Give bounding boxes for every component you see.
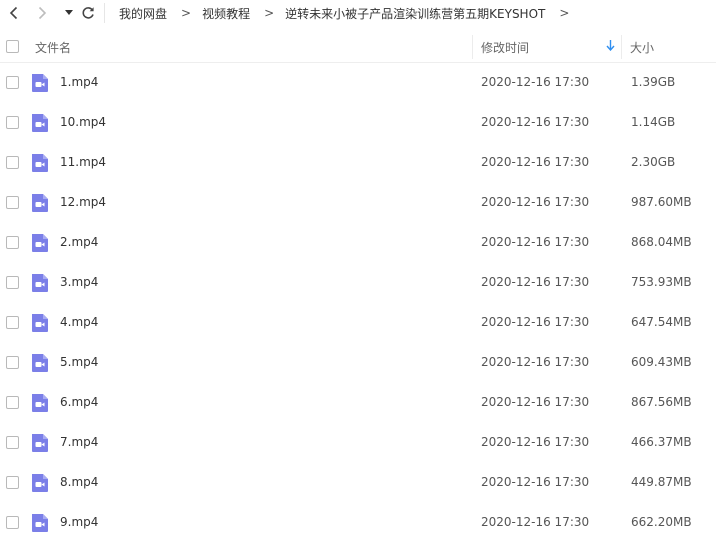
file-size: 2.30GB bbox=[631, 155, 676, 169]
file-row[interactable]: 3.mp4 2020-12-16 17:30 753.93MB bbox=[0, 263, 716, 303]
file-row[interactable]: 12.mp4 2020-12-16 17:30 987.60MB bbox=[0, 183, 716, 223]
video-file-icon bbox=[32, 314, 48, 332]
row-checkbox[interactable] bbox=[6, 436, 19, 449]
chevron-right-icon bbox=[38, 6, 47, 20]
file-size: 868.04MB bbox=[631, 235, 692, 249]
video-file-icon bbox=[32, 434, 48, 452]
file-row[interactable]: 9.mp4 2020-12-16 17:30 662.20MB bbox=[0, 503, 716, 543]
refresh-button[interactable] bbox=[78, 0, 98, 26]
breadcrumb: 我的网盘 > 视频教程 > 逆转未来小被子产品渲染训练营第五期KEYSHOT > bbox=[119, 0, 580, 26]
file-modified-time: 2020-12-16 17:30 bbox=[481, 395, 590, 409]
row-checkbox[interactable] bbox=[6, 316, 19, 329]
video-file-icon bbox=[32, 514, 48, 532]
file-size: 647.54MB bbox=[631, 315, 692, 329]
file-modified-time: 2020-12-16 17:30 bbox=[481, 515, 590, 529]
toolbar-divider bbox=[104, 3, 105, 23]
file-name[interactable]: 3.mp4 bbox=[60, 275, 98, 289]
file-name[interactable]: 7.mp4 bbox=[60, 435, 98, 449]
chevron-left-icon bbox=[9, 6, 18, 20]
file-size: 662.20MB bbox=[631, 515, 692, 529]
file-name[interactable]: 12.mp4 bbox=[60, 195, 106, 209]
breadcrumb-item-videos[interactable]: 视频教程 bbox=[202, 5, 250, 22]
column-divider[interactable] bbox=[621, 35, 622, 59]
file-size: 466.37MB bbox=[631, 435, 692, 449]
file-size: 867.56MB bbox=[631, 395, 692, 409]
refresh-icon bbox=[82, 7, 94, 19]
file-modified-time: 2020-12-16 17:30 bbox=[481, 355, 590, 369]
file-row[interactable]: 8.mp4 2020-12-16 17:30 449.87MB bbox=[0, 463, 716, 503]
back-button[interactable] bbox=[4, 0, 24, 26]
file-row[interactable]: 5.mp4 2020-12-16 17:30 609.43MB bbox=[0, 343, 716, 383]
file-name[interactable]: 6.mp4 bbox=[60, 395, 98, 409]
file-row[interactable]: 6.mp4 2020-12-16 17:30 867.56MB bbox=[0, 383, 716, 423]
video-file-icon bbox=[32, 194, 48, 212]
row-checkbox[interactable] bbox=[6, 476, 19, 489]
column-divider[interactable] bbox=[472, 35, 473, 59]
row-checkbox[interactable] bbox=[6, 236, 19, 249]
file-name[interactable]: 4.mp4 bbox=[60, 315, 98, 329]
file-row[interactable]: 11.mp4 2020-12-16 17:30 2.30GB bbox=[0, 143, 716, 183]
video-file-icon bbox=[32, 234, 48, 252]
file-modified-time: 2020-12-16 17:30 bbox=[481, 275, 590, 289]
row-checkbox[interactable] bbox=[6, 356, 19, 369]
row-checkbox[interactable] bbox=[6, 396, 19, 409]
file-size: 987.60MB bbox=[631, 195, 692, 209]
navigation-toolbar: 我的网盘 > 视频教程 > 逆转未来小被子产品渲染训练营第五期KEYSHOT > bbox=[0, 0, 716, 26]
row-checkbox[interactable] bbox=[6, 116, 19, 129]
file-name[interactable]: 11.mp4 bbox=[60, 155, 106, 169]
row-checkbox[interactable] bbox=[6, 156, 19, 169]
forward-button[interactable] bbox=[32, 0, 52, 26]
file-row[interactable]: 4.mp4 2020-12-16 17:30 647.54MB bbox=[0, 303, 716, 343]
video-file-icon bbox=[32, 274, 48, 292]
video-file-icon bbox=[32, 474, 48, 492]
file-name[interactable]: 2.mp4 bbox=[60, 235, 98, 249]
file-row[interactable]: 2.mp4 2020-12-16 17:30 868.04MB bbox=[0, 223, 716, 263]
file-name[interactable]: 5.mp4 bbox=[60, 355, 98, 369]
file-row[interactable]: 10.mp4 2020-12-16 17:30 1.14GB bbox=[0, 103, 716, 143]
file-modified-time: 2020-12-16 17:30 bbox=[481, 115, 590, 129]
column-header-name[interactable]: 文件名 bbox=[35, 39, 71, 56]
row-checkbox[interactable] bbox=[6, 76, 19, 89]
row-checkbox[interactable] bbox=[6, 516, 19, 529]
file-name[interactable]: 1.mp4 bbox=[60, 75, 98, 89]
file-name[interactable]: 9.mp4 bbox=[60, 515, 98, 529]
file-modified-time: 2020-12-16 17:30 bbox=[481, 475, 590, 489]
history-dropdown-button[interactable] bbox=[59, 0, 79, 26]
video-file-icon bbox=[32, 154, 48, 172]
video-file-icon bbox=[32, 114, 48, 132]
file-list: 1.mp4 2020-12-16 17:30 1.39GB 10.mp4 202… bbox=[0, 63, 716, 543]
file-modified-time: 2020-12-16 17:30 bbox=[481, 315, 590, 329]
file-name[interactable]: 8.mp4 bbox=[60, 475, 98, 489]
column-header-size[interactable]: 大小 bbox=[630, 39, 654, 56]
file-modified-time: 2020-12-16 17:30 bbox=[481, 435, 590, 449]
breadcrumb-separator: > bbox=[264, 6, 275, 20]
file-size: 1.14GB bbox=[631, 115, 676, 129]
select-all-checkbox[interactable] bbox=[6, 40, 19, 53]
breadcrumb-item-current[interactable]: 逆转未来小被子产品渲染训练营第五期KEYSHOT bbox=[285, 5, 545, 22]
row-checkbox[interactable] bbox=[6, 196, 19, 209]
file-size: 449.87MB bbox=[631, 475, 692, 489]
file-modified-time: 2020-12-16 17:30 bbox=[481, 75, 590, 89]
breadcrumb-separator[interactable]: > bbox=[559, 6, 569, 20]
file-size: 753.93MB bbox=[631, 275, 692, 289]
row-checkbox[interactable] bbox=[6, 276, 19, 289]
video-file-icon bbox=[32, 354, 48, 372]
breadcrumb-separator: > bbox=[181, 6, 192, 20]
file-modified-time: 2020-12-16 17:30 bbox=[481, 155, 590, 169]
file-size: 1.39GB bbox=[631, 75, 676, 89]
file-list-header: 文件名 修改时间 大小 bbox=[0, 30, 716, 63]
file-size: 609.43MB bbox=[631, 355, 692, 369]
breadcrumb-item-root[interactable]: 我的网盘 bbox=[119, 5, 167, 22]
video-file-icon bbox=[32, 394, 48, 412]
file-modified-time: 2020-12-16 17:30 bbox=[481, 235, 590, 249]
file-row[interactable]: 1.mp4 2020-12-16 17:30 1.39GB bbox=[0, 63, 716, 103]
file-name[interactable]: 10.mp4 bbox=[60, 115, 106, 129]
caret-down-icon bbox=[65, 10, 73, 15]
sort-descending-icon[interactable] bbox=[606, 40, 615, 51]
video-file-icon bbox=[32, 74, 48, 92]
file-row[interactable]: 7.mp4 2020-12-16 17:30 466.37MB bbox=[0, 423, 716, 463]
file-modified-time: 2020-12-16 17:30 bbox=[481, 195, 590, 209]
column-header-modified[interactable]: 修改时间 bbox=[481, 39, 529, 56]
